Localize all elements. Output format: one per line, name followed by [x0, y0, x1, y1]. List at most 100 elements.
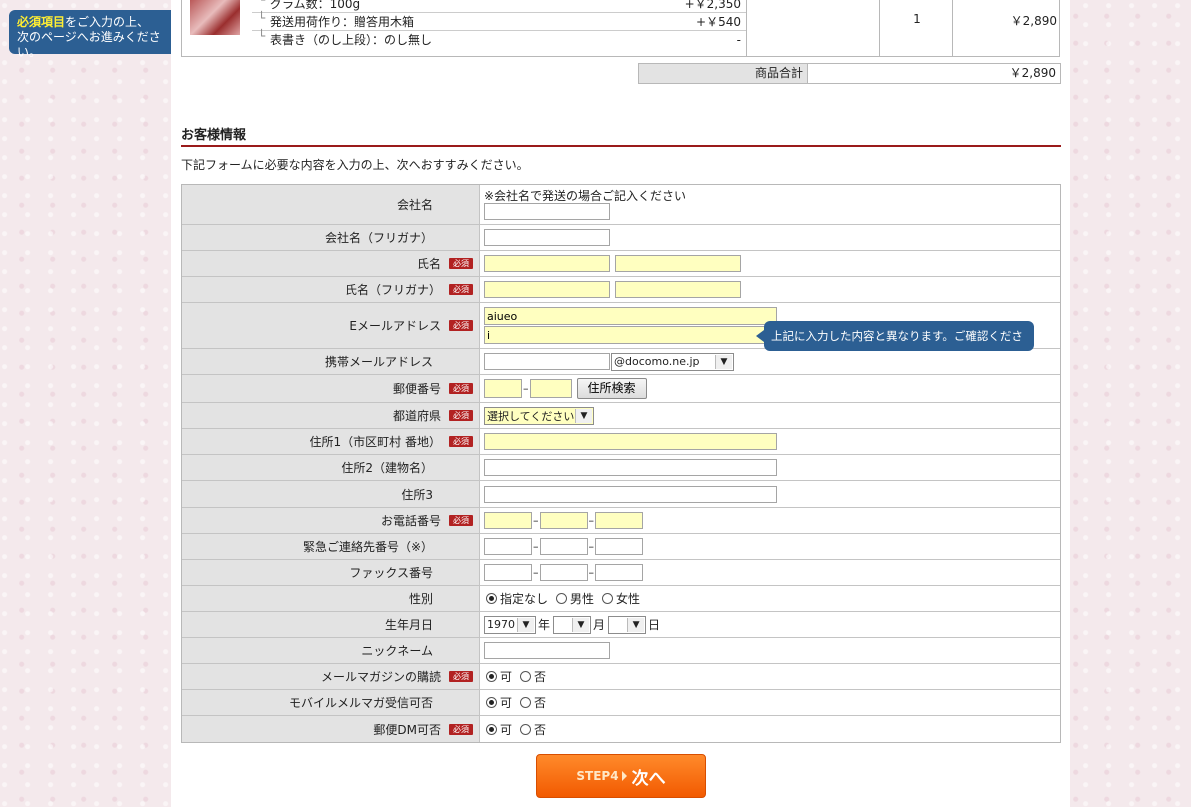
address2-label: 住所2（建物名） [341, 461, 433, 475]
chevron-down-icon: ▼ [627, 617, 645, 632]
emergency-last-input[interactable] [595, 538, 643, 555]
mobile-email-input[interactable] [484, 353, 610, 370]
last-name-kana-input[interactable] [484, 281, 610, 298]
mobile-magazine-yes-radio[interactable]: 可 [486, 694, 512, 711]
form-row-address2: 住所2（建物名） [182, 455, 1060, 481]
form-row-postal-dm: 郵便DM可否 必須 可 否 [182, 716, 1060, 742]
cart-option-row: └ グラム数：100g +￥2,350 [252, 0, 746, 13]
zip-second-input[interactable] [529, 379, 572, 398]
emergency-label: 緊急ご連絡先番号（※） [302, 540, 433, 554]
main-content: └ グラム数：100g +￥2,350 └ 発送用荷作り：贈答用木箱 +￥540… [171, 0, 1070, 807]
mobile-domain-select[interactable]: @docomo.ne.jp ▼ [611, 352, 734, 371]
form-row-zip: 郵便番号 必須 – 住所検索 [182, 375, 1060, 403]
emergency-middle-input[interactable] [539, 538, 588, 555]
gender-unspecified-radio[interactable]: 指定なし [486, 590, 548, 607]
required-fields-note: 必須項目をご入力の上、 次のページへお進みください。 [9, 10, 177, 59]
radio-unchecked-icon [556, 593, 568, 604]
birth-day-select[interactable]: ▼ [608, 615, 647, 634]
prefecture-label: 都道府県 [392, 409, 441, 423]
magazine-yes-radio[interactable]: 可 [486, 668, 512, 685]
cart-table: └ グラム数：100g +￥2,350 └ 発送用荷作り：贈答用木箱 +￥540… [181, 0, 1060, 57]
option-price: +￥540 [696, 15, 741, 29]
required-badge: 必須 [449, 410, 473, 421]
magazine-no-radio[interactable]: 否 [520, 668, 546, 685]
option-name: 表書き（のし上段）：のし無し [270, 33, 433, 47]
nickname-input[interactable] [484, 642, 610, 659]
company-label: 会社名 [396, 198, 433, 212]
mobile-magazine-no-radio[interactable]: 否 [520, 694, 546, 711]
address1-label: 住所1（市区町村 番地） [309, 435, 441, 449]
form-row-mobile-magazine: モバイルメルマガ受信可否 可 否 [182, 690, 1060, 716]
zip-first-input[interactable] [484, 379, 522, 398]
chevron-down-icon: ▼ [575, 408, 592, 423]
postal-dm-no-radio[interactable]: 否 [520, 721, 546, 738]
cart-total-value: ￥2,890 [1009, 66, 1056, 80]
address2-input[interactable] [484, 459, 777, 476]
fax-middle-input[interactable] [539, 564, 588, 581]
nickname-label: ニックネーム [361, 644, 433, 658]
birth-year-select[interactable]: 1970 ▼ [484, 615, 536, 634]
name-label: 氏名 [416, 257, 441, 271]
emergency-area-input[interactable] [484, 538, 532, 555]
next-label: 次へ [631, 768, 666, 789]
radio-checked-icon [486, 723, 497, 735]
fax-area-input[interactable] [484, 564, 532, 581]
company-kana-input[interactable] [484, 229, 610, 246]
email-mismatch-tooltip: 上記に入力した内容と異なります。ご確認ください。 [756, 321, 1034, 373]
form-row-address1: 住所1（市区町村 番地） 必須 [182, 429, 1060, 455]
form-row-company-kana: 会社名（フリガナ） [182, 225, 1060, 251]
step-label: STEP4 [576, 769, 619, 783]
first-name-input[interactable] [615, 255, 741, 272]
option-price: +￥2,350 [684, 0, 741, 11]
option-name: 発送用荷作り：贈答用木箱 [270, 15, 415, 29]
birth-year-value: 1970 [487, 618, 515, 631]
note-line1: をご入力の上、 [65, 15, 150, 29]
address1-input[interactable] [484, 433, 777, 450]
mobile-domain-value: @docomo.ne.jp [614, 355, 700, 368]
fax-last-input[interactable] [595, 564, 643, 581]
gender-male-radio[interactable]: 男性 [556, 590, 594, 607]
required-badge: 必須 [449, 284, 473, 295]
form-row-emergency: 緊急ご連絡先番号（※） – – [182, 534, 1060, 560]
required-badge: 必須 [449, 258, 473, 269]
radio-unchecked-icon [520, 723, 532, 735]
phone-label: お電話番号 [380, 514, 441, 528]
product-thumbnail [190, 0, 240, 35]
phone-area-input[interactable] [484, 512, 532, 529]
fax-label: ファックス番号 [349, 566, 433, 580]
address3-label: 住所3 [401, 487, 433, 502]
email-input[interactable] [484, 307, 777, 325]
address3-input[interactable] [484, 485, 777, 503]
option-price: - [736, 33, 741, 47]
birth-month-select[interactable]: ▼ [553, 615, 592, 634]
postal-dm-label: 郵便DM可否 [373, 722, 441, 737]
note-highlight: 必須項目 [17, 15, 66, 29]
chevron-down-icon: ▼ [572, 617, 590, 632]
birthday-label: 生年月日 [384, 618, 433, 632]
last-name-input[interactable] [484, 255, 610, 272]
gender-female-radio[interactable]: 女性 [602, 590, 640, 607]
section-intro: 下記フォームに必要な内容を入力の上、次へおすすみください。 [181, 158, 529, 172]
chevron-down-icon: ▼ [517, 617, 534, 632]
company-input[interactable] [484, 203, 610, 220]
cart-option-row: └ 発送用荷作り：贈答用木箱 +￥540 [252, 11, 746, 31]
form-row-nickname: ニックネーム [182, 638, 1060, 664]
next-step-button[interactable]: STEP4 次へ [536, 754, 706, 798]
radio-checked-icon [486, 697, 497, 708]
phone-last-input[interactable] [595, 512, 643, 529]
form-row-phone: お電話番号 必須 – – [182, 508, 1060, 534]
zip-label: 郵便番号 [392, 382, 441, 396]
address-search-button[interactable]: 住所検索 [576, 378, 647, 399]
required-badge: 必須 [449, 515, 473, 526]
phone-middle-input[interactable] [539, 512, 588, 529]
prefecture-select[interactable]: 選択してください ▼ [484, 406, 594, 425]
first-name-kana-input[interactable] [615, 281, 741, 298]
form-row-magazine: メールマガジンの購読 必須 可 否 [182, 664, 1060, 690]
radio-checked-icon [486, 593, 497, 604]
postal-dm-yes-radio[interactable]: 可 [486, 721, 512, 738]
company-kana-label: 会社名（フリガナ） [324, 231, 433, 245]
name-kana-label: 氏名（フリガナ） [344, 283, 441, 297]
gender-label: 性別 [408, 592, 433, 606]
email-confirm-input[interactable] [484, 326, 777, 344]
required-badge: 必須 [449, 436, 473, 447]
